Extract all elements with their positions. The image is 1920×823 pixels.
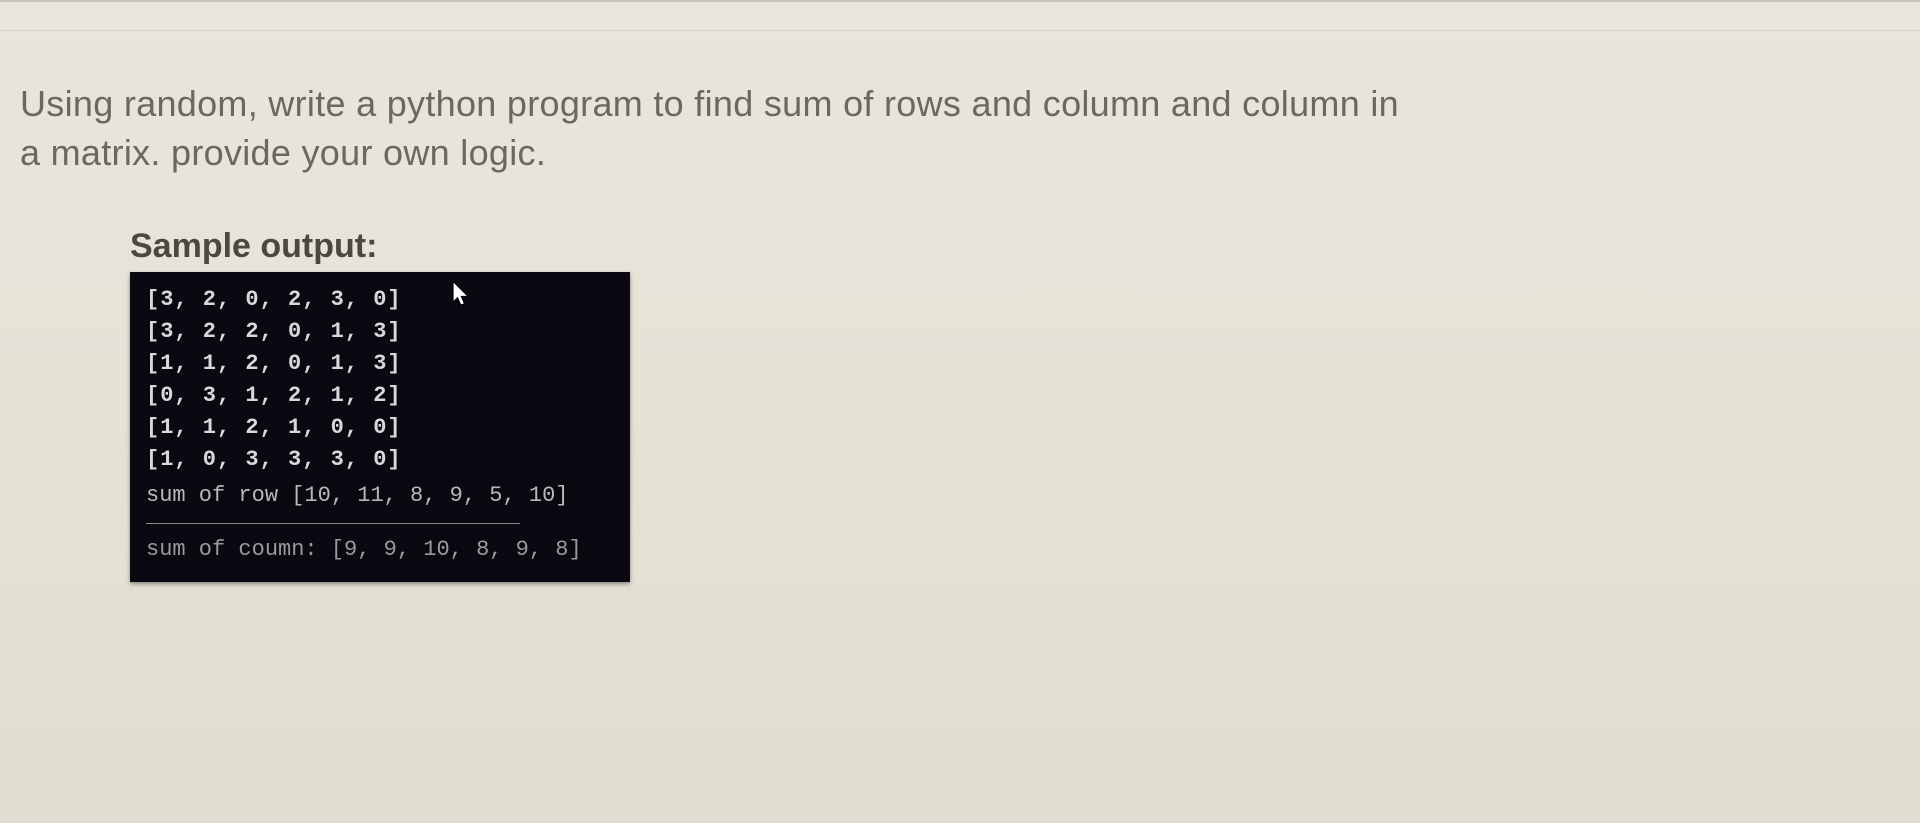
sample-output-section: Sample output: [3, 2, 0, 2, 3, 0] [3, 2,… — [130, 227, 1900, 582]
question-line-1: Using random, write a python program to … — [20, 83, 1399, 124]
question-prompt: Using random, write a python program to … — [20, 80, 1900, 177]
console-divider — [146, 523, 520, 524]
column-sum-label: sum of coumn: — [146, 537, 318, 562]
matrix-row: [1, 1, 2, 1, 0, 0] — [146, 412, 614, 444]
row-sum-line: sum of row [10, 11, 8, 9, 5, 10] — [146, 480, 614, 512]
row-sum-values: [10, 11, 8, 9, 5, 10] — [291, 483, 568, 508]
matrix-row: [0, 3, 1, 2, 1, 2] — [146, 380, 614, 412]
matrix-row: [1, 1, 2, 0, 1, 3] — [146, 348, 614, 380]
console-output: [3, 2, 0, 2, 3, 0] [3, 2, 2, 0, 1, 3] [1… — [130, 272, 630, 582]
column-sum-line: sum of coumn: [9, 9, 10, 8, 9, 8] — [146, 534, 614, 566]
column-sum-values: [9, 9, 10, 8, 9, 8] — [331, 537, 582, 562]
question-line-2: a matrix. provide your own logic. — [20, 132, 546, 173]
matrix-row: [3, 2, 2, 0, 1, 3] — [146, 316, 614, 348]
sample-output-label: Sample output: — [130, 227, 1900, 266]
matrix-row: [1, 0, 3, 3, 3, 0] — [146, 444, 614, 476]
page-content: Using random, write a python program to … — [0, 0, 1920, 602]
matrix-row: [3, 2, 0, 2, 3, 0] — [146, 284, 614, 316]
row-sum-label: sum of row — [146, 483, 278, 508]
